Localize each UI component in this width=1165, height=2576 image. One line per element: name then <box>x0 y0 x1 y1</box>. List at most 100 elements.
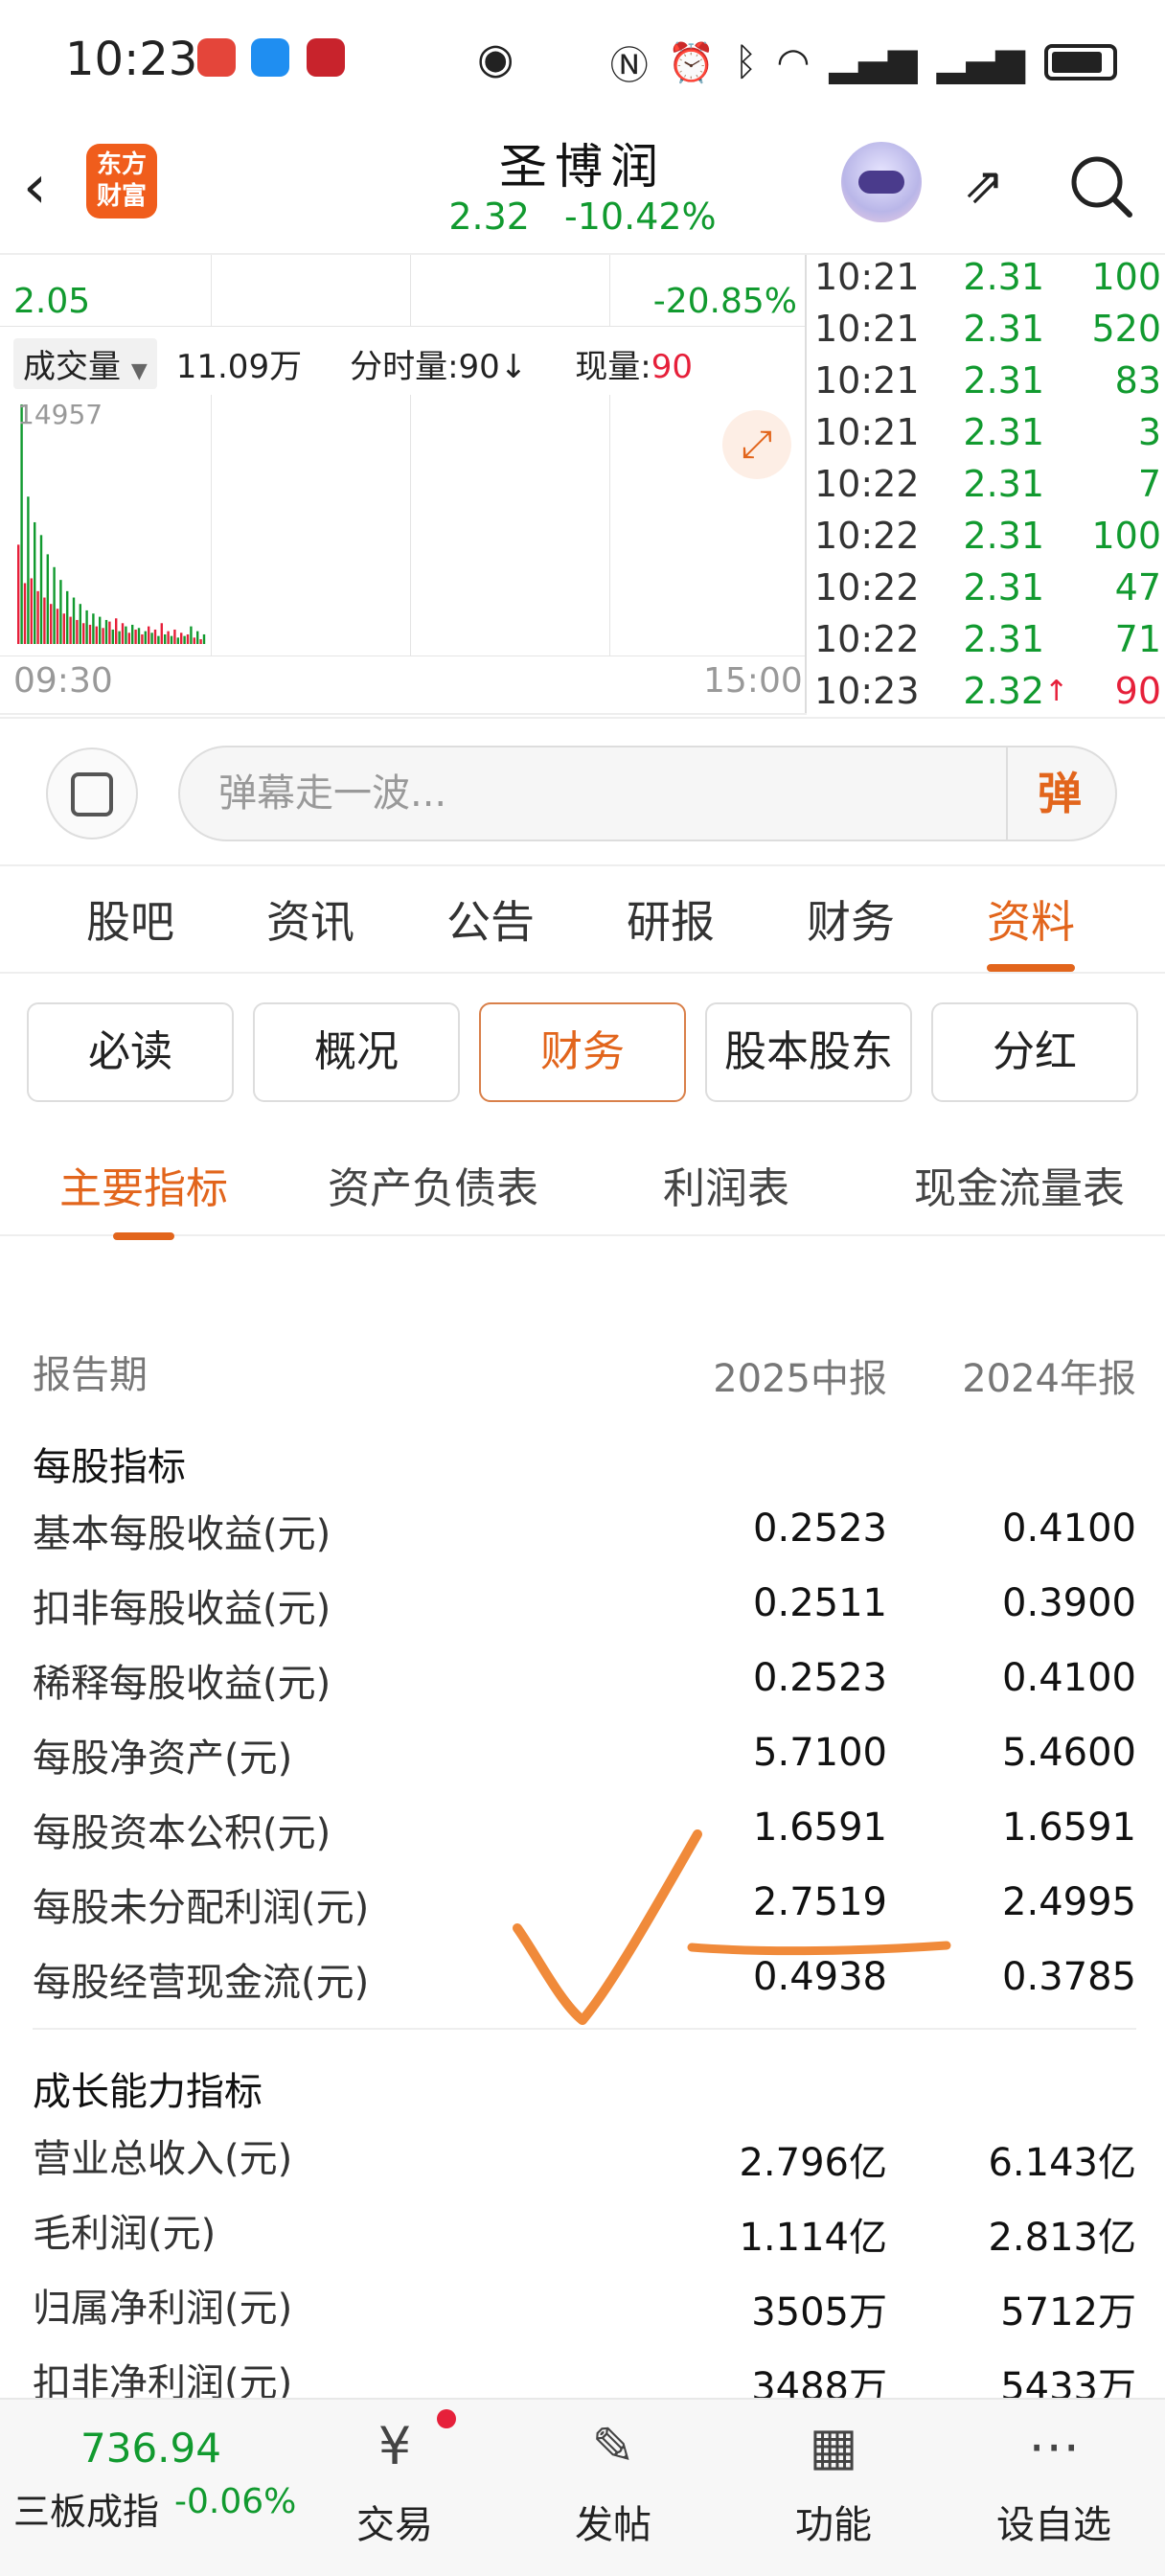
tab-2[interactable]: 公告 <box>446 887 535 951</box>
bluetooth-icon: ᛒ <box>734 40 758 84</box>
current-volume: 现量:90 <box>575 340 693 387</box>
tab-3[interactable]: 研报 <box>627 887 715 951</box>
stock-price: 2.32 <box>448 196 530 238</box>
message-app-icon <box>251 38 289 77</box>
tick-row: 10:21 2.31 3 <box>814 406 1161 458</box>
main-tabs: 股吧 资讯 公告 研报 财务 资料 <box>0 868 1165 974</box>
volume-bar <box>180 632 183 644</box>
volume-bar <box>115 618 118 644</box>
volume-bar <box>30 578 33 644</box>
table-row[interactable]: 营业总收入(元) 2.796亿 6.143亿 <box>0 2116 1165 2189</box>
sub-button-1[interactable]: 概况 <box>253 1002 460 1102</box>
current-volume-label: 现量: <box>575 347 651 386</box>
table-row[interactable]: 每股净资产(元) 5.7100 5.4600 <box>0 1715 1165 1788</box>
tick-price: 2.31 <box>963 566 1044 609</box>
tab-0[interactable]: 股吧 <box>86 887 174 951</box>
tick-volume: 7 <box>1137 463 1161 505</box>
volume-selector[interactable]: 成交量 ▼ <box>13 337 157 389</box>
tab-4[interactable]: 财务 <box>807 887 895 951</box>
volume-bar <box>76 619 79 644</box>
volume-bar <box>62 613 65 644</box>
table-row[interactable]: 毛利润(元) 1.114亿 2.813亿 <box>0 2191 1165 2264</box>
volume-bar <box>131 624 134 644</box>
volume-bar <box>137 628 141 644</box>
volume-bar <box>46 554 49 644</box>
volume-bar <box>66 590 69 644</box>
status-bar: 10:23 ◉ Ⓝ ⏰ ᛒ ◠ ▂▄▆ ▂▄▆ <box>0 0 1165 115</box>
volume-bar <box>72 597 76 644</box>
alarm-icon: ⏰ <box>667 40 716 85</box>
volume-total: 11.09万 <box>175 347 303 386</box>
report-tab-1[interactable]: 资产负债表 <box>328 1154 538 1215</box>
status-indicators: Ⓝ ⏰ ᛒ ◠ ▂▄▆ ▂▄▆ <box>610 34 1117 90</box>
header-col1: 2025中报 <box>713 1357 887 1401</box>
bottom-item-3[interactable]: ⋯ 设自选 <box>987 2413 1121 2549</box>
row-value-col1: 1.114亿 <box>739 2216 887 2260</box>
wifi-icon: ◠ <box>776 40 811 84</box>
volume-bar <box>17 544 20 644</box>
danmu-settings-icon[interactable] <box>46 748 138 840</box>
row-label: 营业总收入(元) <box>33 2137 293 2181</box>
volume-bar <box>176 637 179 644</box>
tick-time: 10:21 <box>814 256 920 298</box>
table-row[interactable]: 归属净利润(元) 3505万 5712万 <box>0 2266 1165 2338</box>
table-row[interactable]: 扣非每股收益(元) 0.2511 0.3900 <box>0 1566 1165 1639</box>
report-tab-3[interactable]: 现金流量表 <box>914 1154 1125 1215</box>
tab-5[interactable]: 资料 <box>987 887 1075 972</box>
volume-bar <box>186 633 190 644</box>
volume-bar <box>43 597 46 644</box>
tick-volume: 71 <box>1114 618 1161 660</box>
header-label: 报告期 <box>33 1353 148 1397</box>
volume-bar <box>157 635 160 644</box>
sub-button-2[interactable]: 财务 <box>479 1002 686 1102</box>
volume-bar <box>173 629 176 644</box>
sub-button-0[interactable]: 必读 <box>27 1002 234 1102</box>
report-tab-0[interactable]: 主要指标 <box>59 1154 228 1240</box>
triangle-down-icon: ▼ <box>130 358 148 383</box>
grid-icon: ▦ <box>809 2416 858 2476</box>
volume-bar <box>108 621 111 644</box>
red-app-icon <box>197 38 236 77</box>
danmu-input[interactable]: 弹幕走一波... <box>178 746 1117 841</box>
tick-arrow: ↑ <box>1044 674 1069 708</box>
bank-app-icon <box>307 38 345 77</box>
volume-bar <box>53 566 56 644</box>
section-title: 每股指标 <box>33 1445 186 1489</box>
row-label: 稀释每股收益(元) <box>33 1662 331 1706</box>
signal-icon: ▂▄▆ <box>936 40 1025 84</box>
volume-bar <box>34 521 36 644</box>
bottom-item-2[interactable]: ▦ 功能 <box>766 2413 901 2549</box>
index-value[interactable]: 736.94 <box>80 2425 221 2472</box>
tick-volume: 83 <box>1114 359 1161 402</box>
volume-bar <box>202 633 206 644</box>
sub-button-4[interactable]: 分红 <box>931 1002 1138 1102</box>
table-row[interactable]: 基本每股收益(元) 0.2523 0.4100 <box>0 1491 1165 1564</box>
row-value-col1: 0.2511 <box>753 1581 887 1625</box>
volume-bar <box>20 404 23 644</box>
row-value-col1: 0.2523 <box>753 1506 887 1551</box>
search-icon[interactable] <box>1068 153 1135 220</box>
bottom-item-label: 交易 <box>356 2503 433 2547</box>
tick-price: 2.31 <box>963 256 1044 298</box>
danmu-send-button[interactable]: 弹 <box>1006 748 1111 840</box>
report-tab-2[interactable]: 利润表 <box>663 1154 789 1215</box>
table-row[interactable]: 稀释每股收益(元) 0.2523 0.4100 <box>0 1641 1165 1714</box>
chart-time-end: 15:00 <box>703 661 803 701</box>
tick-row: 10:22 2.31 100 <box>814 510 1161 562</box>
tab-1[interactable]: 资讯 <box>266 887 354 951</box>
volume-bar <box>141 633 144 644</box>
bottom-item-1[interactable]: ✎ 发帖 <box>546 2413 680 2549</box>
sub-button-3[interactable]: 股本股东 <box>705 1002 912 1102</box>
volume-bar <box>170 635 173 644</box>
expand-icon[interactable]: ⤢ <box>722 410 791 479</box>
robot-assistant-icon[interactable] <box>841 142 922 222</box>
row-value-col2: 5.4600 <box>1002 1731 1136 1775</box>
tick-volume: 3 <box>1137 411 1161 453</box>
index-name[interactable]: 三板成指 <box>13 2482 159 2535</box>
row-label: 毛利润(元) <box>33 2212 217 2256</box>
bottom-item-label: 发帖 <box>575 2503 651 2547</box>
share-icon[interactable]: ⇗ <box>963 155 1024 217</box>
bottom-item-0[interactable]: ¥ 交易 <box>328 2413 462 2549</box>
row-value-col1: 0.2523 <box>753 1656 887 1700</box>
chart-low-pct: -20.85% <box>652 282 797 321</box>
